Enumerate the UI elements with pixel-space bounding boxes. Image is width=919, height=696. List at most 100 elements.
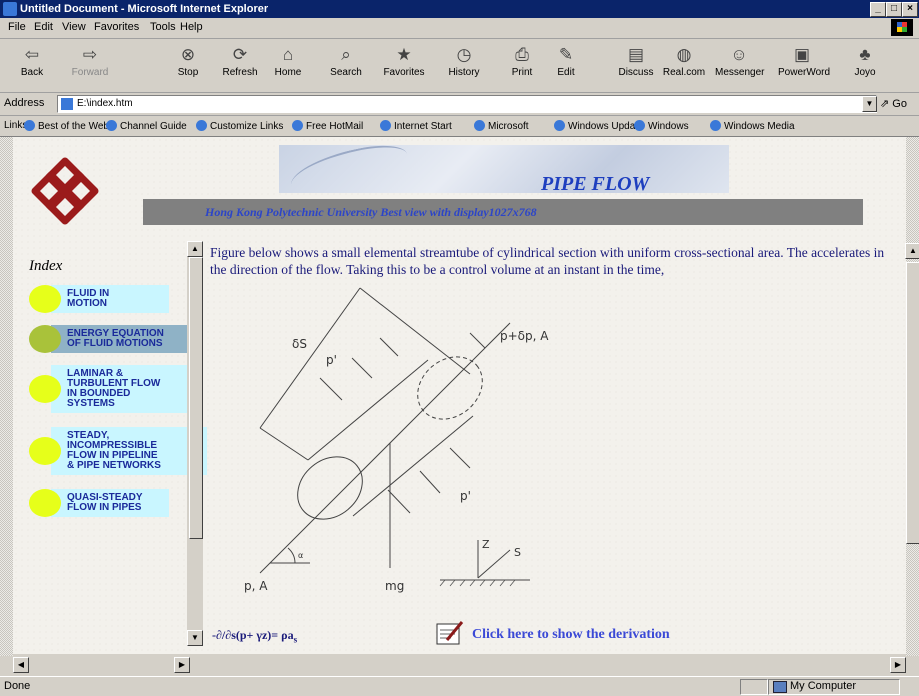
search-icon: ⌕ — [341, 45, 351, 64]
toolbar-label: Real.com — [662, 67, 706, 78]
nav-bullet-icon — [29, 325, 61, 353]
label-p-plus: p+δp, A — [500, 329, 549, 343]
minimize-button[interactable]: _ — [870, 2, 886, 17]
scroll-right-button-frame[interactable]: ▶ — [174, 657, 190, 673]
toolbar-label: Discuss — [618, 67, 654, 78]
menu-view[interactable]: View — [62, 21, 86, 33]
frame-scroll-up-button[interactable]: ▲ — [187, 241, 203, 257]
home-icon: ⌂ — [282, 45, 294, 64]
frame-scroll-down-button[interactable]: ▼ — [187, 630, 203, 646]
print-icon: ⎙ — [515, 45, 529, 64]
link-best-of-the-web[interactable]: Best of the Web — [24, 120, 109, 132]
search-button[interactable]: ⌕ Search — [322, 42, 370, 78]
go-button[interactable]: ⇗ Go — [880, 97, 907, 110]
zone-text: My Computer — [790, 680, 857, 692]
link-label: Windows — [648, 121, 689, 132]
banner-title: PIPE FLOW — [541, 173, 650, 195]
history-button[interactable]: ◷ History — [440, 42, 488, 78]
ie-page-icon — [634, 120, 645, 131]
print-button[interactable]: ⎙ Print — [498, 42, 546, 78]
ie-page-icon — [196, 120, 207, 131]
nav-item-label: QUASI-STEADY FLOW IN PIPES — [67, 493, 143, 513]
link-free-hotmail[interactable]: Free HotMail — [292, 120, 363, 132]
nav-item-3[interactable]: LAMINAR & TURBULENT FLOW IN BOUNDED SYSTEMS — [29, 365, 201, 413]
link-customize-links[interactable]: Customize Links — [196, 120, 283, 132]
favorites-button[interactable]: ★ Favorites — [380, 42, 428, 78]
scroll-right-button[interactable]: ▶ — [890, 657, 906, 673]
favorites-icon: ★ — [396, 45, 412, 64]
forward-button[interactable]: ⇨ Forward — [66, 42, 114, 78]
real-com-button[interactable]: ◍ Real.com — [660, 42, 708, 78]
status-text: Done — [4, 680, 31, 692]
streamtube-diagram: δS p' p+δp, A p' α p, A mg Z S — [244, 287, 549, 593]
menu-favorites[interactable]: Favorites — [94, 21, 139, 33]
notepad-pen-icon[interactable] — [435, 620, 465, 646]
ie-page-icon — [106, 120, 117, 131]
menu-bar: File Edit View Favorites Tools Help — [0, 18, 919, 39]
nav-item-1[interactable]: FLUID IN MOTION — [29, 285, 169, 313]
nav-label-line: & PIPE NETWORKS — [67, 460, 161, 471]
link-microsoft[interactable]: Microsoft — [474, 120, 529, 132]
title-bar: Untitled Document - Microsoft Internet E… — [0, 0, 919, 18]
edit-icon: ✎ — [558, 45, 574, 64]
refresh-icon: ⟳ — [232, 45, 248, 64]
link-windows-update[interactable]: Windows Update — [554, 120, 644, 132]
maximize-button[interactable]: □ — [886, 2, 902, 17]
discuss-icon: ▤ — [627, 45, 645, 64]
label-p-prime-top: p' — [326, 353, 337, 367]
nav-bullet-icon — [29, 437, 61, 465]
nav-item-5[interactable]: QUASI-STEADY FLOW IN PIPES — [29, 489, 169, 517]
show-derivation-link[interactable]: Click here to show the derivation — [472, 627, 670, 643]
link-channel-guide[interactable]: Channel Guide — [106, 120, 187, 132]
toolbar-label: Print — [511, 67, 533, 78]
nav-bullet-icon — [29, 375, 61, 403]
edit-button[interactable]: ✎ Edit — [542, 42, 590, 78]
address-dropdown-button[interactable]: ▼ — [862, 96, 877, 112]
link-label: Best of the Web — [38, 121, 109, 132]
address-label: Address — [4, 97, 45, 109]
page-scroll-up-button[interactable]: ▲ — [905, 243, 919, 259]
address-value: E:\index.htm — [77, 98, 133, 109]
polyu-logo-icon — [31, 157, 99, 225]
nav-label-line: MOTION — [67, 298, 107, 309]
index-heading: Index — [29, 258, 63, 274]
menu-edit[interactable]: Edit — [34, 21, 53, 33]
powerword-button[interactable]: ▣ PowerWord — [778, 42, 830, 78]
close-button[interactable]: × — [902, 2, 918, 17]
link-label: Channel Guide — [120, 121, 187, 132]
link-internet-start[interactable]: Internet Start — [380, 120, 452, 132]
link-windows-media[interactable]: Windows Media — [710, 120, 795, 132]
link-windows[interactable]: Windows — [634, 120, 689, 132]
address-input[interactable]: E:\index.htm — [57, 95, 877, 113]
toolbar-label: Back — [20, 67, 44, 78]
scroll-left-button[interactable]: ◀ — [13, 657, 29, 673]
page-scroll-thumb[interactable] — [906, 262, 919, 544]
link-label: Windows Media — [724, 121, 795, 132]
page-icon — [61, 98, 73, 110]
nav-item-2[interactable]: ENERGY EQUATION OF FLUID MOTIONS — [29, 325, 201, 353]
home-button[interactable]: ⌂ Home — [264, 42, 312, 78]
frame-scroll-thumb[interactable] — [189, 257, 203, 539]
horizontal-scrollbar[interactable]: ◀ ▶ ▶ — [0, 656, 919, 674]
banner-image — [279, 138, 729, 202]
nav-item-4[interactable]: STEADY, INCOMPRESSIBLE FLOW IN PIPELINE & P… — [29, 427, 207, 475]
ie-page-icon — [380, 120, 391, 131]
stop-button[interactable]: ⊗ Stop — [164, 42, 212, 78]
menu-tools[interactable]: Tools — [150, 21, 176, 33]
joyo-button[interactable]: ♣ Joyo — [841, 42, 889, 78]
link-label: Microsoft — [488, 121, 529, 132]
label-p-prime-bottom: p' — [460, 489, 471, 503]
menu-help[interactable]: Help — [180, 21, 203, 33]
back-button[interactable]: ⇦ Back — [8, 42, 56, 78]
nav-item-label: FLUID IN MOTION — [67, 289, 109, 309]
computer-icon — [773, 681, 787, 693]
powerword-icon: ▣ — [793, 45, 811, 64]
discuss-button[interactable]: ▤ Discuss — [612, 42, 660, 78]
label-z: Z — [482, 538, 490, 551]
link-label: Customize Links — [210, 121, 284, 132]
messenger-button[interactable]: ☺ Messenger — [715, 42, 764, 78]
toolbar-label: Home — [274, 67, 302, 78]
menu-file[interactable]: File — [8, 21, 26, 33]
ie-page-icon — [292, 120, 303, 131]
refresh-button[interactable]: ⟳ Refresh — [216, 42, 264, 78]
